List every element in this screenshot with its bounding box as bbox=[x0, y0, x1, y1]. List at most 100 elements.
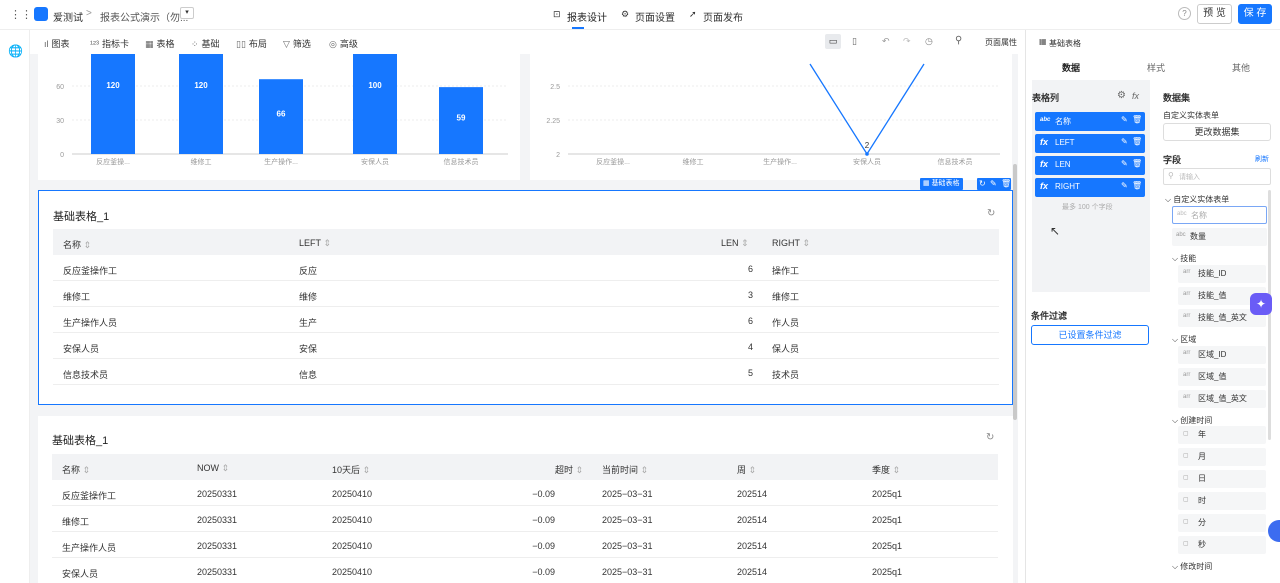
header-name[interactable]: 名称 ⇕ bbox=[63, 238, 91, 251]
toolbar-kpi-card[interactable]: ¹²³ 指标卡 bbox=[90, 37, 129, 50]
toolbar-advanced[interactable]: ◎ 高级 bbox=[329, 37, 358, 50]
bar[interactable] bbox=[353, 54, 397, 154]
redo-icon[interactable]: ↷ bbox=[903, 36, 911, 47]
bar[interactable] bbox=[91, 54, 135, 154]
toolbar-layout[interactable]: ▯▯ 布局 bbox=[236, 37, 267, 50]
tab-page-publish[interactable]: 页面发布 bbox=[703, 9, 743, 24]
sort-icon[interactable]: ⇕ bbox=[323, 238, 331, 248]
delete-icon[interactable]: 🗑 bbox=[1132, 137, 1142, 146]
field-item[interactable]: arr 区域_值_英文 bbox=[1178, 390, 1266, 408]
help-icon[interactable]: ? bbox=[1178, 7, 1191, 20]
table-row[interactable]: 信息技术员 信息 5 技术员 bbox=[53, 359, 999, 385]
field-item[interactable]: arr 技能_ID bbox=[1178, 265, 1266, 283]
fx-icon[interactable]: fx bbox=[1132, 91, 1139, 101]
globe-icon[interactable]: 🌐 bbox=[8, 44, 23, 58]
field-item[interactable]: abc 数量 bbox=[1172, 228, 1267, 246]
edit-icon[interactable]: ✎ bbox=[1121, 137, 1128, 146]
table-card-2[interactable]: 基础表格_1 ↻ 名称 ⇕ NOW ⇕ 10天后 ⇕ 超时 ⇕ 当前时间 ⇕ 周 ⇕ 季度 … bbox=[38, 416, 1013, 583]
delete-icon[interactable]: 🗑 bbox=[1001, 178, 1011, 190]
field-item[interactable]: ▢ 秒 bbox=[1178, 536, 1266, 554]
preview-button[interactable]: 预 览 bbox=[1197, 4, 1232, 24]
field-item[interactable]: abc 名称 bbox=[1172, 206, 1267, 224]
refresh-icon[interactable]: ↻ bbox=[979, 178, 986, 190]
header-left[interactable]: LEFT ⇕ bbox=[299, 238, 331, 249]
search-icon[interactable]: ⚲ bbox=[955, 35, 962, 46]
table-header-cell[interactable]: 当前时间 ⇕ bbox=[602, 463, 648, 476]
table-row[interactable]: 反应釜操作工 20250331 20250410 −0.09 2025−03−31 202… bbox=[52, 480, 998, 506]
line-chart-card[interactable]: 2.5 2.25 2 反应釜操... 维修工 生产操作... 安保人员 信息技术员 2 bbox=[530, 54, 1012, 180]
group-modified-time[interactable]: ⌵ 修改时间 bbox=[1172, 561, 1212, 572]
sort-icon[interactable]: ⇕ bbox=[84, 240, 92, 250]
group-region[interactable]: ⌵ 区域 bbox=[1172, 334, 1196, 345]
history-icon[interactable]: ◷ bbox=[925, 36, 933, 47]
bar[interactable] bbox=[179, 54, 223, 154]
toolbar-chart[interactable]: ıl 图表 bbox=[44, 37, 70, 50]
field-item[interactable]: ▢ 时 bbox=[1178, 492, 1266, 510]
data-point[interactable] bbox=[865, 152, 869, 156]
table-row[interactable]: 反应釜操作工 反应 6 操作工 bbox=[53, 255, 999, 281]
group-skill[interactable]: ⌵ 技能 bbox=[1172, 253, 1196, 264]
bar-chart-card[interactable]: 60 30 0 120 反应釜操... 120 维修工 66 生产操作... 100 安保人员 59 信… bbox=[38, 54, 520, 180]
table-card-1[interactable]: 基础表格_1 ↻ 名称 ⇕ LEFT ⇕ LEN ⇕ RIGHT ⇕ 反应釜操作… bbox=[38, 190, 1013, 405]
table-row[interactable]: 维修工 维修 3 维修工 bbox=[53, 281, 999, 307]
refresh-icon[interactable]: ↻ bbox=[987, 208, 995, 219]
fields-scrollbar[interactable] bbox=[1268, 190, 1271, 440]
field-item[interactable]: ▢ 日 bbox=[1178, 470, 1266, 488]
field-item[interactable]: arr 区域_ID bbox=[1178, 346, 1266, 364]
page-properties-button[interactable]: 页面属性 bbox=[985, 37, 1017, 48]
table-header-cell[interactable]: 季度 ⇕ bbox=[872, 463, 900, 476]
table-header-cell[interactable]: 超时 ⇕ bbox=[52, 463, 583, 476]
tab-report-design[interactable]: 报表设计 bbox=[567, 9, 607, 24]
table-column-item[interactable]: fx LEFT ✎ 🗑 bbox=[1035, 134, 1145, 153]
tree-root[interactable]: ⌵ 自定义实体表单 bbox=[1165, 194, 1229, 205]
field-search-input[interactable]: ⚲ 请输入 bbox=[1163, 168, 1271, 185]
field-item[interactable]: ▢ 分 bbox=[1178, 514, 1266, 532]
sort-icon[interactable]: ⇕ bbox=[741, 238, 749, 248]
tab-other[interactable]: 其他 bbox=[1232, 61, 1250, 74]
refresh-icon[interactable]: ↻ bbox=[986, 432, 994, 443]
refresh-link[interactable]: 刷新 bbox=[1255, 154, 1269, 164]
page-dropdown-icon[interactable]: ▾ bbox=[180, 7, 194, 19]
field-item[interactable]: arr 区域_值 bbox=[1178, 368, 1266, 386]
assistant-icon[interactable]: ✦ bbox=[1250, 293, 1272, 315]
table-row[interactable]: 维修工 20250331 20250410 −0.09 2025−03−31 202514… bbox=[52, 506, 998, 532]
delete-icon[interactable]: 🗑 bbox=[1132, 115, 1142, 124]
edit-icon[interactable]: ✎ bbox=[1121, 159, 1128, 168]
tab-page-settings[interactable]: 页面设置 bbox=[635, 9, 675, 24]
edit-icon[interactable]: ✎ bbox=[1121, 115, 1128, 124]
page-name[interactable]: 报表公式演示（勿... bbox=[100, 9, 188, 24]
toolbar-table[interactable]: ▦ 表格 bbox=[145, 37, 175, 50]
edit-icon[interactable]: ✎ bbox=[990, 178, 997, 190]
settings-icon[interactable]: ⚙ bbox=[1117, 90, 1126, 101]
desktop-view-icon[interactable]: ▭ bbox=[825, 34, 841, 49]
toolbar-filter[interactable]: ▽ 筛选 bbox=[283, 37, 311, 50]
table-column-item[interactable]: fx LEN ✎ 🗑 bbox=[1035, 156, 1145, 175]
edit-icon[interactable]: ✎ bbox=[1121, 181, 1128, 190]
delete-icon[interactable]: 🗑 bbox=[1132, 181, 1142, 190]
canvas-scrollbar[interactable] bbox=[1013, 164, 1017, 420]
field-item[interactable]: ▢ 年 bbox=[1178, 426, 1266, 444]
group-created-time[interactable]: ⌵ 创建时间 bbox=[1172, 415, 1212, 426]
field-item[interactable]: ▢ 月 bbox=[1178, 448, 1266, 466]
table-header-cell[interactable]: 周 ⇕ bbox=[737, 463, 756, 476]
undo-icon[interactable]: ↶ bbox=[882, 36, 890, 47]
delete-icon[interactable]: 🗑 bbox=[1132, 159, 1142, 168]
table-column-item[interactable]: abc 名称 ✎ 🗑 bbox=[1035, 112, 1145, 131]
table-column-item[interactable]: fx RIGHT ✎ 🗑 bbox=[1035, 178, 1145, 197]
table-row[interactable]: 生产操作人员 生产 6 作人员 bbox=[53, 307, 999, 333]
tab-style[interactable]: 样式 bbox=[1147, 61, 1165, 74]
header-right[interactable]: RIGHT ⇕ bbox=[772, 238, 810, 249]
table-row[interactable]: 安保人员 安保 4 保人员 bbox=[53, 333, 999, 359]
header-len[interactable]: LEN ⇕ bbox=[721, 238, 749, 249]
selected-component-tag[interactable]: ▦ 基础表格 bbox=[920, 178, 963, 190]
change-dataset-button[interactable]: 更改数据集 bbox=[1163, 123, 1271, 141]
filter-button[interactable]: 已设置条件过滤 bbox=[1031, 325, 1149, 345]
sort-icon[interactable]: ⇕ bbox=[890, 465, 901, 475]
table-row[interactable]: 生产操作人员 20250331 20250410 −0.09 2025−03−31 202… bbox=[52, 532, 998, 558]
tab-data[interactable]: 数据 bbox=[1062, 61, 1080, 74]
table-row[interactable]: 安保人员 20250331 20250410 −0.09 2025−03−31 20251… bbox=[52, 558, 998, 583]
mobile-view-icon[interactable]: ▯ bbox=[852, 36, 857, 47]
sort-icon[interactable]: ⇕ bbox=[746, 465, 757, 475]
sort-icon[interactable]: ⇕ bbox=[802, 238, 810, 248]
toolbar-basic[interactable]: ⁘ 基础 bbox=[191, 37, 220, 50]
